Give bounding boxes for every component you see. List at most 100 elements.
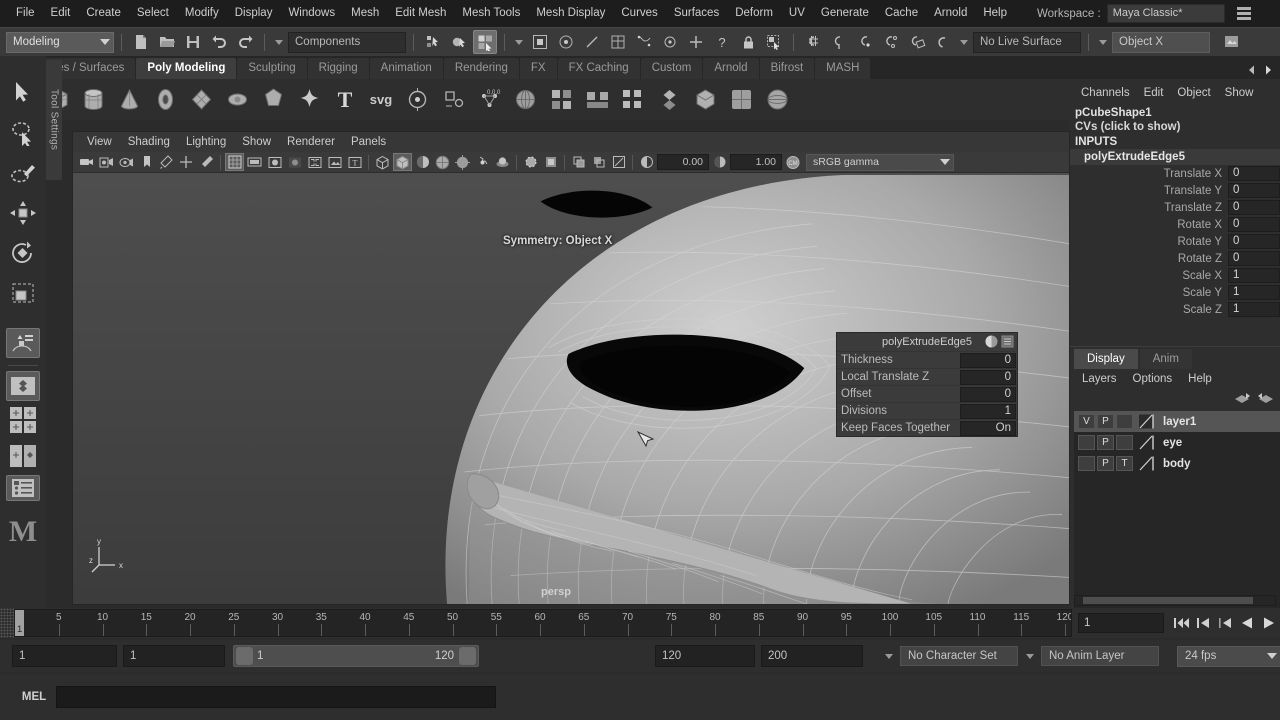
- open-scene-icon[interactable]: [155, 30, 179, 54]
- menu-item-mesh-display[interactable]: Mesh Display: [528, 0, 613, 27]
- image-plane-icon[interactable]: [137, 153, 156, 171]
- channel-attr-value[interactable]: 1: [1228, 302, 1280, 317]
- menu-item-arnold[interactable]: Arnold: [926, 0, 975, 27]
- layer-menu-options[interactable]: Options: [1125, 369, 1181, 389]
- object-mask-icon[interactable]: [528, 30, 552, 54]
- select-hierarchy-icon[interactable]: [421, 30, 445, 54]
- poly-type-icon[interactable]: T: [328, 83, 362, 117]
- two-d-pan-zoom-icon[interactable]: [157, 153, 176, 171]
- grease-pencil-tool-icon[interactable]: [197, 153, 216, 171]
- layer-playback-toggle[interactable]: P: [1097, 435, 1114, 450]
- menu-item-edit-mesh[interactable]: Edit Mesh: [387, 0, 454, 27]
- menu-item-file[interactable]: File: [8, 0, 43, 27]
- layer-type-toggle[interactable]: [1116, 414, 1133, 429]
- hud-toggle-icon[interactable]: T: [345, 153, 364, 171]
- last-tool-icon[interactable]: [6, 328, 40, 358]
- scrollbar-thumb[interactable]: [1083, 597, 1253, 604]
- shaded-wireframe-icon[interactable]: [413, 153, 432, 171]
- move-tool-icon[interactable]: [4, 194, 42, 232]
- menu-item-help[interactable]: Help: [975, 0, 1015, 27]
- color-profile-selector[interactable]: sRGB gamma: [806, 153, 954, 171]
- layer-visibility-toggle[interactable]: [1078, 435, 1095, 450]
- menu-item-windows[interactable]: Windows: [280, 0, 343, 27]
- poly-torus-icon[interactable]: [148, 83, 182, 117]
- layer-color-swatch[interactable]: [1138, 456, 1157, 471]
- selection-highlight-icon[interactable]: [762, 30, 786, 54]
- channel-attr-value[interactable]: 0: [1228, 217, 1280, 232]
- range-start-handle[interactable]: [236, 647, 253, 665]
- gate-mask-icon[interactable]: [285, 153, 304, 171]
- new-scene-icon[interactable]: [129, 30, 153, 54]
- node-attr-value[interactable]: 0: [960, 386, 1016, 402]
- layer-row[interactable]: V Player1: [1074, 411, 1280, 432]
- gamma-value[interactable]: 1.00: [730, 154, 782, 170]
- viewport-menu-view[interactable]: View: [79, 132, 120, 152]
- screen-space-ao-icon[interactable]: [493, 153, 512, 171]
- menu-item-generate[interactable]: Generate: [813, 0, 877, 27]
- rotate-tool-icon[interactable]: [4, 234, 42, 272]
- lighting-toggle-icon[interactable]: [453, 153, 472, 171]
- poly-platonic-icon[interactable]: [220, 83, 254, 117]
- save-scene-icon[interactable]: [181, 30, 205, 54]
- two-pane-layout-icon[interactable]: [4, 403, 42, 437]
- color-management-icon[interactable]: CM: [783, 153, 802, 171]
- select-object-icon[interactable]: [447, 30, 471, 54]
- current-time-indicator[interactable]: 1: [15, 610, 24, 636]
- command-input-field[interactable]: [56, 686, 496, 708]
- xray-active-icon[interactable]: [609, 153, 628, 171]
- channel-box-menu-show[interactable]: Show: [1218, 83, 1261, 104]
- poly-multi-cut-icon[interactable]: 0,0,0: [472, 83, 506, 117]
- wireframe-icon[interactable]: [373, 153, 392, 171]
- shadows-icon[interactable]: [473, 153, 492, 171]
- render-node-mask-icon[interactable]: [684, 30, 708, 54]
- lock-icon[interactable]: [736, 30, 760, 54]
- snap-point-icon[interactable]: [853, 30, 877, 54]
- render-mask-icon[interactable]: [554, 30, 578, 54]
- channel-attr-name[interactable]: Scale Y: [1070, 287, 1228, 299]
- xray-icon[interactable]: [569, 153, 588, 171]
- redo-icon[interactable]: [233, 30, 257, 54]
- channel-attr-name[interactable]: Translate X: [1070, 168, 1228, 180]
- current-frame-field[interactable]: 1: [1078, 613, 1164, 633]
- shelf-tab-rigging[interactable]: Rigging: [307, 58, 369, 79]
- play-forwards-icon[interactable]: [1258, 612, 1280, 634]
- layer-type-toggle[interactable]: [1116, 435, 1133, 450]
- layer-visibility-toggle[interactable]: V: [1078, 414, 1095, 429]
- shelf-tab-custom[interactable]: Custom: [640, 58, 703, 79]
- poly-prism-icon[interactable]: [256, 83, 290, 117]
- viewport-menu-renderer[interactable]: Renderer: [279, 132, 343, 152]
- step-back-key-icon[interactable]: [1214, 612, 1236, 634]
- shelf-tab-rendering[interactable]: Rendering: [443, 58, 519, 79]
- poly-svg-import-icon[interactable]: svg: [364, 83, 398, 117]
- layer-row[interactable]: P Tbody: [1074, 453, 1280, 474]
- channel-attr-value[interactable]: 0: [1228, 234, 1280, 249]
- anim-start-field[interactable]: 1: [12, 645, 117, 667]
- layer-list[interactable]: V Player1 Peye P Tbody: [1074, 411, 1280, 608]
- viewport-menu-show[interactable]: Show: [234, 132, 279, 152]
- shelf-tab-animation[interactable]: Animation: [369, 58, 443, 79]
- poly-sculpt-icon[interactable]: [400, 83, 434, 117]
- shelf-tab-mash[interactable]: MASH: [815, 58, 871, 79]
- layer-name[interactable]: body: [1159, 458, 1190, 470]
- menu-item-display[interactable]: Display: [227, 0, 281, 27]
- grease-pencil-icon[interactable]: [177, 153, 196, 171]
- render-view-icon[interactable]: [1220, 30, 1244, 54]
- make-live-icon[interactable]: [931, 30, 955, 54]
- channel-attr-value[interactable]: 0: [1228, 183, 1280, 198]
- poly-remesh-icon[interactable]: [760, 83, 794, 117]
- poly-mirror-icon[interactable]: [652, 83, 686, 117]
- outliner-layout-icon[interactable]: [6, 475, 40, 501]
- layer-menu-help[interactable]: Help: [1180, 369, 1220, 389]
- image-plane-toggle-icon[interactable]: [325, 153, 344, 171]
- workspace-selector[interactable]: Workspace : Maya Classic*: [1037, 4, 1255, 24]
- chevron-down-icon[interactable]: [275, 39, 283, 45]
- select-camera-icon[interactable]: [77, 153, 96, 171]
- symmetry-field[interactable]: Object X: [1112, 31, 1210, 53]
- channel-box-input-node[interactable]: polyExtrudeEdge5: [1070, 149, 1280, 165]
- channel-box-menu-channels[interactable]: Channels: [1074, 83, 1137, 104]
- channel-box-menu-object[interactable]: Object: [1170, 83, 1217, 104]
- node-attr-value[interactable]: 0: [960, 352, 1016, 368]
- chevron-down-icon[interactable]: [960, 39, 968, 45]
- channel-attr-name[interactable]: Translate Z: [1070, 202, 1228, 214]
- workspace-settings-icon[interactable]: [1235, 4, 1255, 24]
